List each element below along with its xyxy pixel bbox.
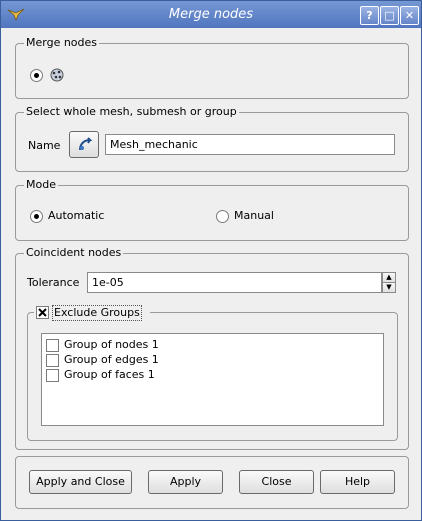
button-bar: Apply and Close Apply Close Help [15, 456, 409, 509]
maximize-button[interactable]: □ [380, 6, 399, 25]
close-button[interactable]: Close [239, 470, 314, 494]
group-label: Group of edges 1 [64, 353, 159, 366]
help-label: Help [344, 475, 371, 488]
merge-nodes-radio[interactable] [30, 69, 43, 82]
help-button[interactable]: Help [320, 470, 395, 494]
group-checkbox[interactable] [46, 354, 59, 367]
tolerance-field[interactable]: 1e-05 [87, 272, 382, 293]
checkmark-x-icon [38, 308, 47, 317]
close-label: Close [261, 475, 292, 488]
title-bar[interactable]: Merge nodes ? □ ✕ [1, 1, 421, 28]
group-label: Group of nodes 1 [64, 338, 159, 351]
exclude-groups-group: Exclude Groups Group of nodes 1 Group of… [27, 305, 398, 441]
exclude-groups-toggle[interactable]: Exclude Groups [34, 305, 150, 321]
selection-group: Select whole mesh, submesh or group Name… [15, 105, 409, 172]
merge-nodes-icon [50, 68, 64, 82]
group-checkbox[interactable] [46, 369, 59, 382]
select-mesh-button[interactable] [69, 131, 99, 158]
apply-and-close-button[interactable]: Apply and Close [29, 470, 132, 494]
manual-label[interactable]: Manual [234, 209, 274, 223]
selection-arrow-icon [79, 137, 93, 151]
group-checkbox[interactable] [46, 339, 59, 352]
selection-group-title: Select whole mesh, submesh or group [24, 105, 239, 119]
automatic-radio[interactable] [30, 210, 43, 223]
automatic-label[interactable]: Automatic [48, 209, 104, 223]
window-title: Merge nodes [168, 7, 254, 22]
coincident-nodes-group-title: Coincident nodes [24, 246, 124, 260]
merge-nodes-group: Merge nodes [15, 36, 409, 99]
exclude-groups-label[interactable]: Exclude Groups [52, 305, 142, 321]
apply-label: Apply [169, 475, 202, 488]
manual-radio[interactable] [216, 210, 229, 223]
mode-group-title: Mode [24, 178, 58, 192]
close-window-button[interactable]: ✕ [400, 6, 419, 25]
tolerance-label: Tolerance [27, 276, 80, 289]
tolerance-decrement-button[interactable]: ▼ [382, 282, 396, 293]
merge-nodes-dialog: Merge nodes ? □ ✕ Merge nodes Select who… [0, 0, 422, 521]
merge-nodes-group-title: Merge nodes [24, 36, 100, 50]
coincident-nodes-group: Coincident nodes Tolerance 1e-05 ▲ ▼ Exc… [15, 246, 409, 450]
apply-button[interactable]: Apply [148, 470, 223, 494]
mode-group: Mode Automatic Manual [15, 178, 409, 241]
group-label: Group of faces 1 [64, 368, 155, 381]
mesh-name-field[interactable]: Mesh_mechanic [105, 134, 395, 155]
exclude-groups-checkbox[interactable] [36, 306, 49, 319]
apply-and-close-label: Apply and Close [36, 475, 125, 488]
groups-list[interactable]: Group of nodes 1 Group of edges 1 Group … [41, 333, 384, 426]
help-title-button[interactable]: ? [360, 6, 379, 25]
name-label: Name [28, 139, 61, 152]
